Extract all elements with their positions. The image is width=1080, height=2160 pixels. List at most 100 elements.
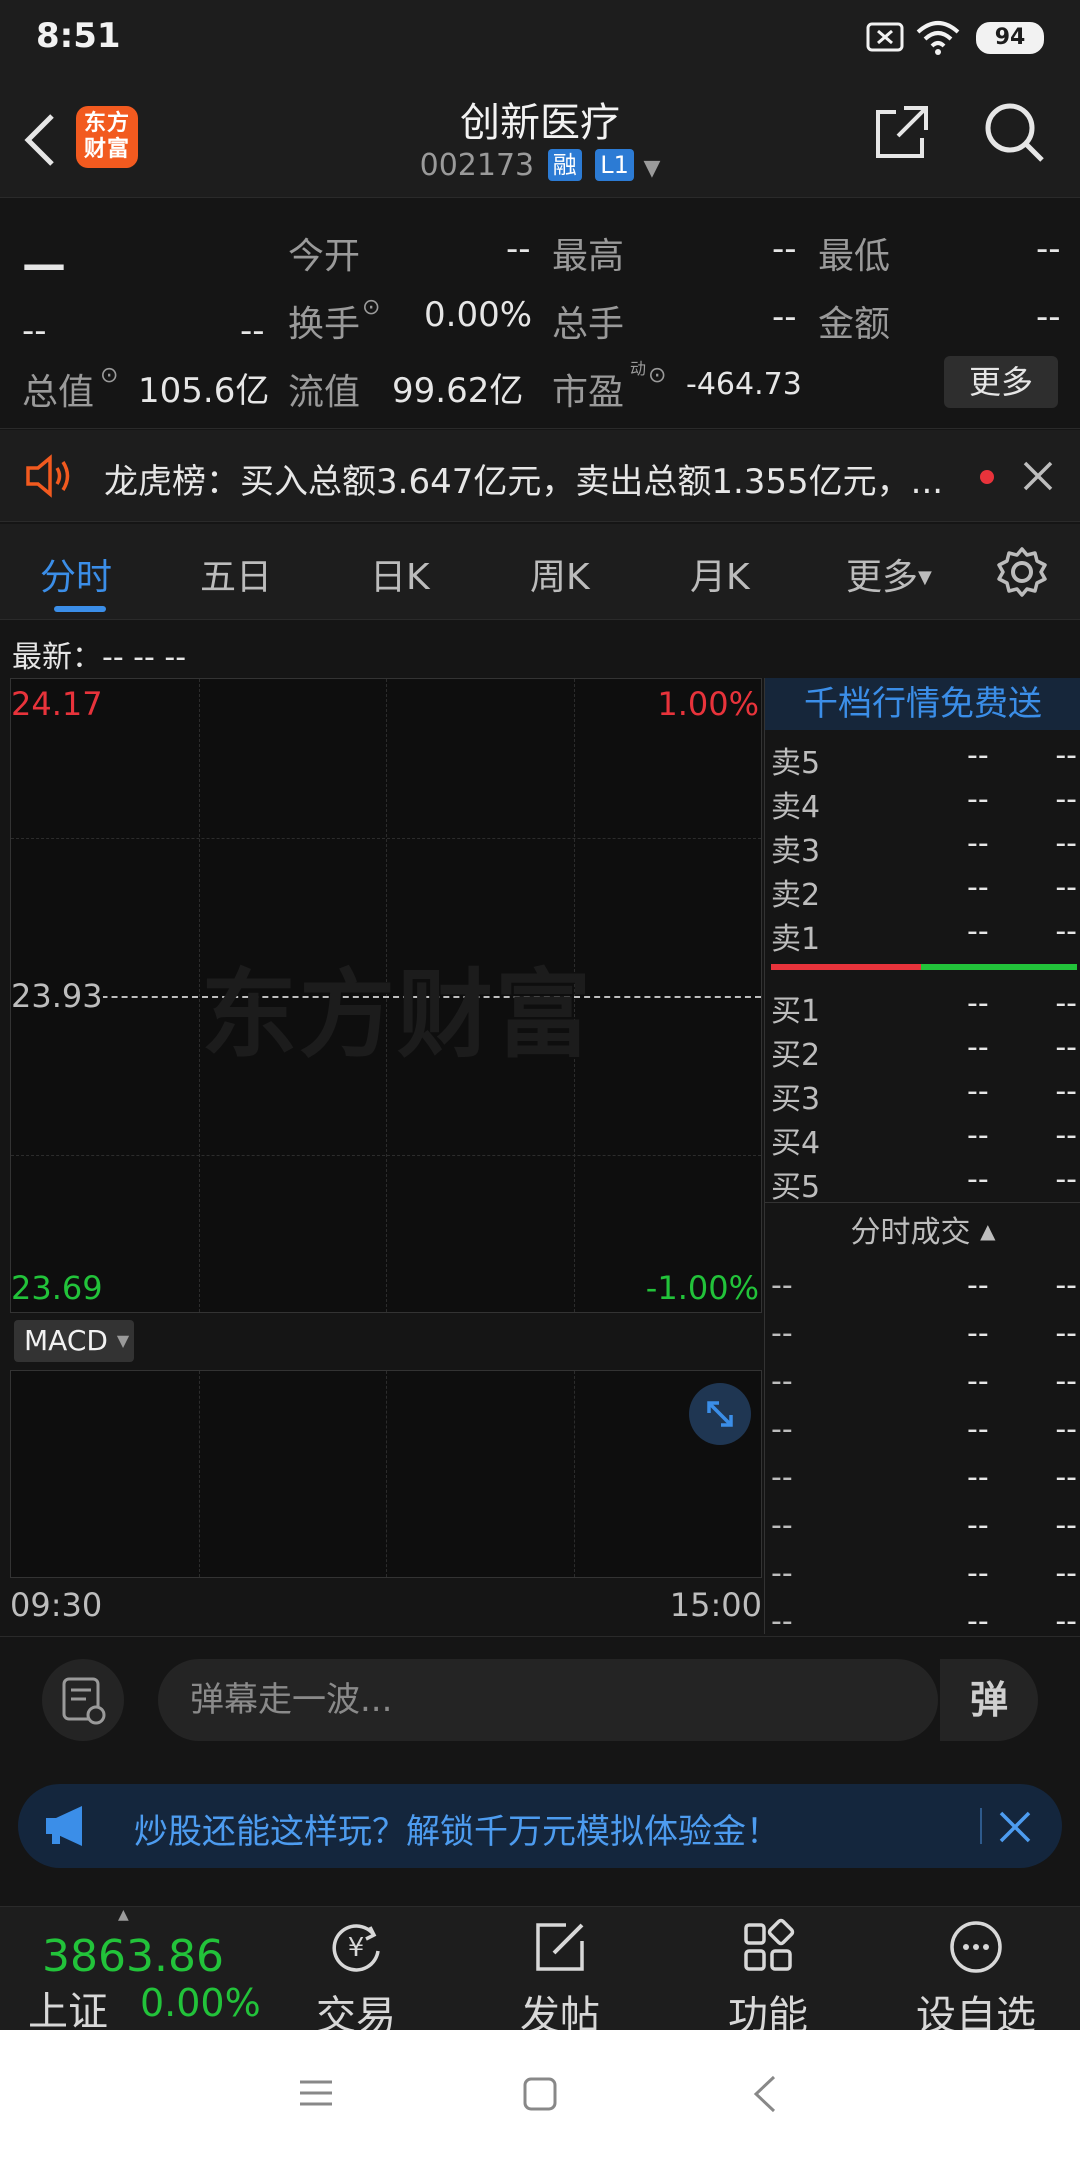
ask-ratio-bar [771,964,921,970]
back-nav-icon[interactable] [752,2074,778,2114]
trade-row: -- -- -- [771,1268,1077,1303]
pe-value: -464.73 [686,367,802,402]
latest-row: 最新：-- -- -- [0,622,1080,678]
grid-apps-icon [744,1918,795,1971]
promo-close-icon[interactable] [998,1810,1032,1844]
mcap-info-icon[interactable]: ⊙ [100,363,118,388]
bid-row: 买3 -- -- [771,1074,1077,1117]
time-axis: 09:30 15:00 [10,1578,762,1634]
mid-price-label: 23.93 [11,977,103,1015]
nav-post[interactable]: 发帖 [460,1907,660,2039]
grid-line [574,1371,575,1577]
upper-pct-label: 1.00% [657,685,759,723]
indicator-selector[interactable]: MACD ▼ [14,1320,134,1362]
nav-functions[interactable]: 功能 [668,1907,868,2039]
tab-daily-k[interactable]: 日K [370,548,430,600]
price-change: -- [22,311,47,351]
grid-line [199,1371,200,1577]
end-time-label: 15:00 [669,1586,762,1624]
latest-text: 最新：-- -- -- [12,640,187,675]
low-value: -- [1036,229,1061,269]
bid-ratio-bar [921,964,1077,970]
nav-add-watchlist[interactable]: 设自选 [876,1907,1076,2039]
trade-row: -- -- -- [771,1460,1077,1495]
no-sim-icon [866,22,904,52]
tab-monthly-k[interactable]: 月K [690,548,750,600]
turnover-value: 0.00% [424,295,533,335]
trade-row: -- -- -- [771,1316,1077,1351]
bid-row: 买2 -- -- [771,1030,1077,1073]
megaphone-icon [46,1806,82,1846]
grid-line [11,838,761,839]
lower-pct-label: -1.00% [645,1269,759,1307]
intraday-chart[interactable]: 东方财富 24.17 1.00% 23.93 23.69 -1.00% [10,678,762,1313]
tab-weekly-k[interactable]: 周K [530,548,590,600]
close-icon[interactable] [1022,460,1054,492]
active-tab-indicator [54,606,106,612]
danmaku-input[interactable]: 弹幕走一波... [158,1659,938,1741]
ask-row: 卖3 -- -- [771,826,1077,869]
margin-tag: 融 [547,149,582,181]
amount-label: 金额 [818,304,891,345]
unread-dot [980,470,994,484]
macd-chart[interactable] [10,1370,762,1578]
promo-banner[interactable]: 炒股还能这样玩？解锁千万元模拟体验金！ [18,1784,1062,1868]
expand-chart-button[interactable] [689,1383,751,1445]
search-icon[interactable] [984,102,1046,164]
bid-row: 买1 -- -- [771,986,1077,1029]
float-label: 流值 [288,372,361,413]
pe-info-icon[interactable]: ⊙ [648,363,666,388]
dragon-tiger-notice[interactable]: 龙虎榜：买入总额3.647亿元，卖出总额1.355亿元，... [0,430,1080,522]
mcap-label: 总值 [22,372,95,413]
high-value: -- [772,229,797,269]
turnover-label: 换手 [288,304,361,345]
level-tag: L1 [595,149,634,181]
danmaku-doc-icon [62,1677,106,1725]
dropdown-icon: ▼ [643,156,661,181]
danmaku-toggle-button[interactable]: 弹 [938,1659,1038,1741]
turnover-info-icon[interactable]: ⊙ [362,295,380,320]
compose-icon [536,1923,584,1971]
ask-row: 卖1 -- -- [771,914,1077,957]
level-promo-banner[interactable]: 千档行情免费送 [765,678,1080,730]
home-icon[interactable] [522,2076,558,2112]
system-nav-bar [0,2030,1080,2160]
status-time: 8:51 [36,16,121,56]
nav-trade[interactable]: ¥ 交易 [256,1907,456,2039]
battery-indicator: 94 [976,22,1044,54]
index-pct: 0.00% [140,1981,261,2025]
more-circle-icon [950,1921,1002,1973]
pe-label: 市盈 [552,372,625,413]
ask-row: 卖5 -- -- [771,738,1077,781]
danmaku-settings-button[interactable] [42,1659,124,1741]
promo-text: 炒股还能这样玩？解锁千万元模拟体验金！ [134,1812,780,1852]
settings-gear-icon[interactable] [996,546,1048,598]
trades-header[interactable]: 分时成交 ▲ [765,1202,1080,1258]
tab-more[interactable]: 更多▼ [846,548,932,600]
tab-five-day[interactable]: 五日 [200,548,272,600]
volume-label: 总手 [552,304,625,345]
volume-value: -- [772,297,797,337]
tab-more-caret-icon: ▼ [918,567,932,588]
upper-price-label: 24.17 [11,685,103,723]
current-price: — [22,239,66,290]
bottom-nav: ▲ 3863.86 上证 0.00% ¥ 交易 发帖 功能 设自选 [0,1906,1080,2039]
tab-intraday[interactable]: 分时 [40,548,112,600]
index-name: 上证 [28,1989,108,2035]
status-bar: 8:51 94 [0,0,1080,76]
more-quote-button[interactable]: 更多 [944,356,1058,408]
open-value: -- [506,229,531,269]
lower-price-label: 23.69 [11,1269,103,1307]
order-book: 千档行情免费送 卖5 -- -- 卖4 -- -- 卖3 -- -- 卖2 -- -- 卖1 --… [764,678,1080,1639]
menu-icon[interactable] [298,2078,334,2108]
pe-superscript: 动 [630,359,647,378]
caret-up-icon: ▲ [118,1907,129,1923]
bid-row: 买5 -- -- [771,1162,1077,1205]
trade-yen-icon: ¥ [332,1924,380,1972]
indicator-bar: MACD ▼ [10,1314,762,1370]
stock-header: 东方 财富 创新医疗 002173 融 L1 ▼ [0,76,1080,198]
index-ticker[interactable]: ▲ 3863.86 上证 0.00% [0,1907,261,2035]
start-time-label: 09:30 [10,1586,103,1624]
share-icon[interactable] [874,104,930,160]
promo-divider [980,1808,982,1844]
